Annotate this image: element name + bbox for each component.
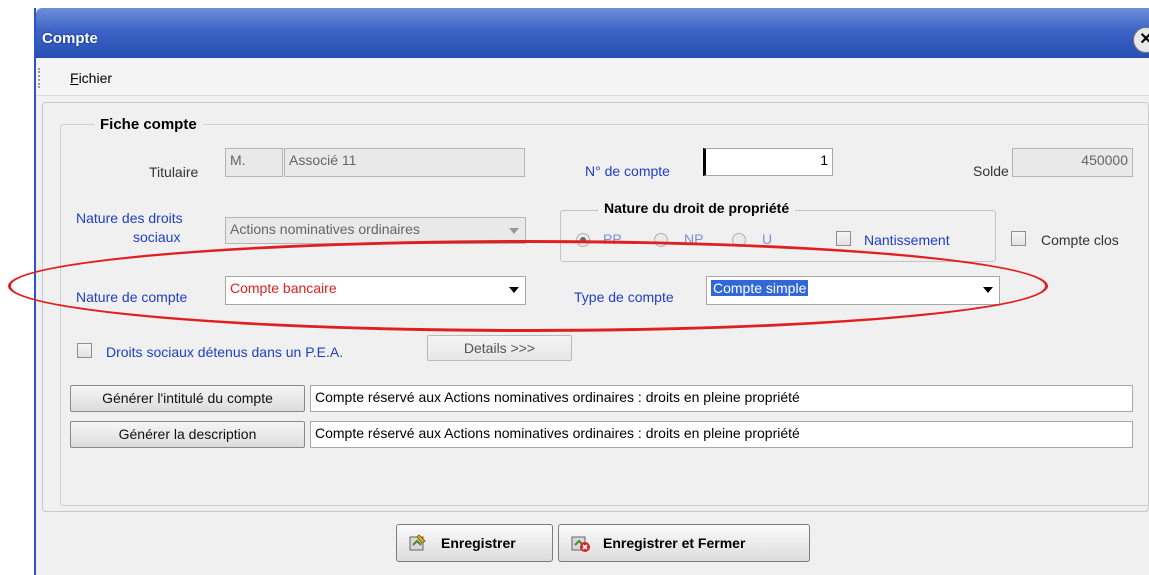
nature-droits-value: Actions nominatives ordinaires bbox=[230, 221, 420, 237]
numero-compte-field[interactable]: 1 bbox=[703, 148, 833, 176]
solde-label: Solde bbox=[973, 163, 1009, 179]
propriete-title: Nature du droit de propriété bbox=[598, 200, 796, 216]
save-icon bbox=[407, 533, 429, 553]
save-button[interactable]: Enregistrer bbox=[396, 524, 553, 562]
save-close-label: Enregistrer et Fermer bbox=[603, 535, 746, 551]
menu-grip bbox=[38, 68, 41, 88]
save-close-button[interactable]: Enregistrer et Fermer bbox=[558, 524, 810, 562]
close-icon[interactable]: ✕ bbox=[1133, 27, 1149, 53]
numero-compte-label: N° de compte bbox=[585, 163, 670, 179]
save-close-icon bbox=[569, 533, 591, 553]
menu-bar: Fichier bbox=[36, 58, 1149, 96]
generate-intitule-button[interactable]: Générer l'intitulé du compte bbox=[70, 385, 305, 412]
titulaire-civility-field[interactable]: M. bbox=[225, 148, 283, 177]
menu-mnemonic: F bbox=[70, 70, 79, 86]
annotation-oval bbox=[8, 240, 1048, 332]
titulaire-name-field[interactable]: Associé 11 bbox=[284, 148, 525, 177]
generate-description-button[interactable]: Générer la description bbox=[70, 421, 305, 448]
nature-droits-label-1: Nature des droits bbox=[76, 210, 183, 226]
chevron-down-icon bbox=[509, 228, 519, 234]
window-title: Compte bbox=[42, 30, 98, 47]
description-field[interactable]: Compte réservé aux Actions nominatives o… bbox=[310, 421, 1133, 448]
fiche-compte-title: Fiche compte bbox=[94, 116, 203, 133]
menu-item-fichier[interactable]: Fichier bbox=[70, 70, 112, 86]
intitule-field[interactable]: Compte réservé aux Actions nominatives o… bbox=[310, 385, 1133, 412]
pea-checkbox[interactable] bbox=[77, 343, 92, 358]
save-label: Enregistrer bbox=[441, 535, 516, 551]
pea-label: Droits sociaux détenus dans un P.E.A. bbox=[106, 344, 344, 360]
title-bar[interactable]: Compte ✕ bbox=[36, 8, 1149, 58]
nature-droits-label-2: sociaux bbox=[133, 229, 181, 245]
nantissement-label: Nantissement bbox=[864, 232, 950, 248]
compte-clos-checkbox[interactable] bbox=[1011, 231, 1026, 246]
numero-compte-value: 1 bbox=[820, 152, 828, 168]
solde-field[interactable]: 450000 bbox=[1012, 148, 1133, 177]
details-button[interactable]: Details >>> bbox=[427, 335, 572, 361]
compte-clos-label: Compte clos bbox=[1041, 232, 1119, 248]
nantissement-checkbox[interactable] bbox=[836, 231, 851, 246]
titulaire-label: Titulaire bbox=[149, 164, 199, 180]
menu-item-rest: ichier bbox=[78, 70, 113, 86]
